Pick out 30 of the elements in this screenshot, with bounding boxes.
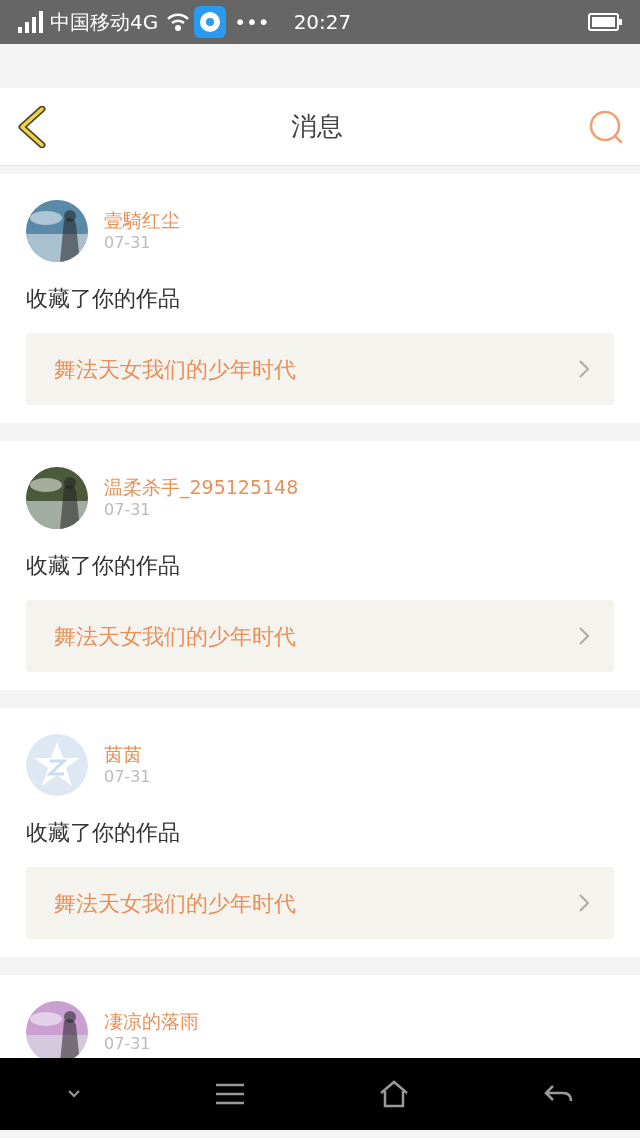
message-date: 07-31 bbox=[104, 499, 152, 521]
home-icon[interactable] bbox=[379, 1080, 409, 1108]
back-icon[interactable] bbox=[16, 105, 46, 148]
carrier-text: 中国移动4G bbox=[50, 9, 159, 36]
chevron-icon bbox=[578, 359, 590, 379]
message-text: 收藏了你的作品 bbox=[26, 552, 181, 580]
clock-text: 20:27 bbox=[293, 9, 352, 36]
chevron-icon bbox=[578, 893, 590, 913]
default-avatar-icon bbox=[26, 734, 88, 796]
battery-icon bbox=[588, 13, 622, 31]
message-text: 收藏了你的作品 bbox=[26, 819, 181, 847]
user-name[interactable]: 温柔杀手_295125148 bbox=[104, 475, 299, 500]
wifi-icon bbox=[166, 12, 191, 32]
message-text: 收藏了你的作品 bbox=[26, 285, 181, 313]
work-link[interactable]: 舞法天女我们的少年时代 bbox=[26, 333, 614, 405]
message-date: 07-31 bbox=[104, 1033, 152, 1055]
chevron-icon bbox=[578, 626, 590, 646]
message-date: 07-31 bbox=[104, 766, 151, 788]
user-name[interactable]: 壹騎红尘 bbox=[104, 208, 180, 233]
user-name[interactable]: 茵茵 bbox=[104, 742, 151, 767]
more-text: ••• bbox=[234, 9, 270, 36]
collapse-icon[interactable] bbox=[67, 1089, 81, 1099]
app-icon bbox=[194, 6, 227, 38]
work-link[interactable]: 舞法天女我们的少年时代 bbox=[26, 600, 614, 672]
signal-icon bbox=[18, 11, 46, 33]
user-name[interactable]: 凄凉的落雨 bbox=[104, 1009, 199, 1034]
menu-icon[interactable] bbox=[215, 1083, 245, 1105]
message-date: 07-31 bbox=[104, 232, 152, 254]
work-link[interactable]: 舞法天女我们的少年时代 bbox=[26, 867, 614, 939]
page-title: 消息 bbox=[291, 110, 343, 143]
